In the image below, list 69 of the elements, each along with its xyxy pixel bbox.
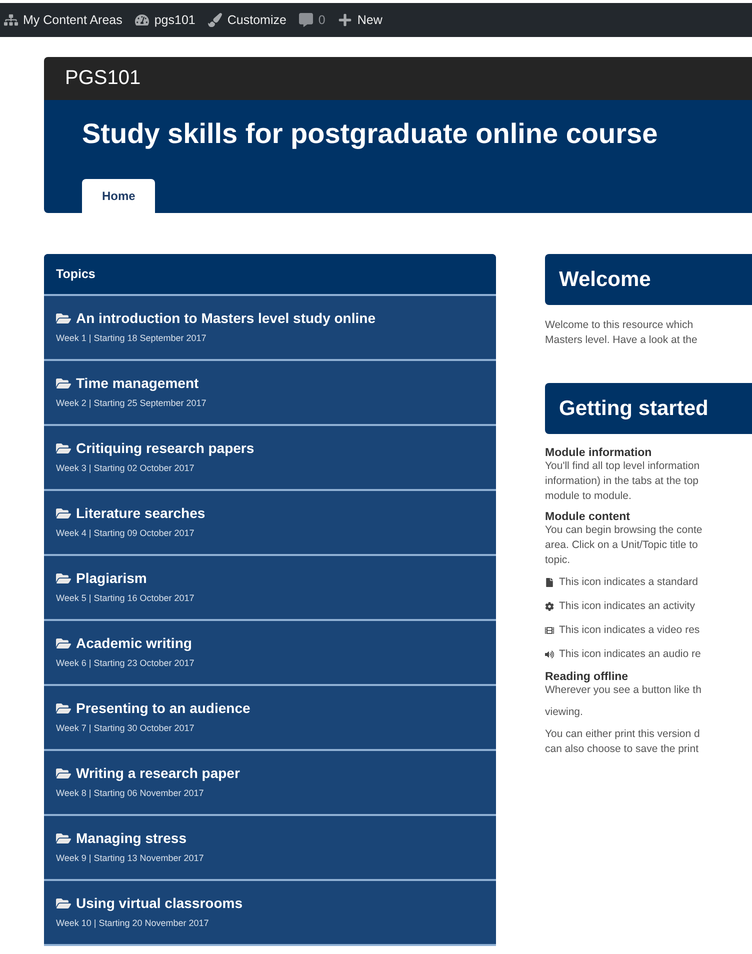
topic-dates: Week 2 | Starting 25 September 2017 [56, 398, 208, 408]
folder-icon [56, 636, 71, 650]
body-text: You can begin browsing the conte [545, 523, 704, 538]
body-text: This icon indicates an audio re [559, 647, 701, 662]
folder-icon [56, 830, 71, 846]
admin-bar-link[interactable]: Customize [208, 13, 286, 27]
gear-icon [545, 602, 554, 611]
film-icon [545, 626, 554, 635]
admin-bar-link[interactable]: My Content Areas [4, 13, 122, 27]
dashboard-icon [135, 13, 150, 27]
topic-title: Plagiarism [76, 570, 147, 586]
admin-bar-link[interactable]: pgs101 [135, 13, 196, 27]
comment-icon [299, 13, 314, 27]
body-text: Welcome to this resource which [545, 318, 694, 333]
body-text: viewing. [545, 705, 584, 720]
body-text: topic. [545, 553, 572, 568]
topic-title: Using virtual classrooms [76, 895, 243, 911]
plus-icon [338, 13, 352, 27]
folder-icon [56, 570, 71, 586]
brush-icon [208, 13, 222, 27]
body-text: area. Click on a Unit/Topic title to [545, 538, 699, 553]
topic-title: Time management [76, 375, 199, 391]
topic-dates: Week 9 | Starting 13 November 2017 [56, 853, 205, 863]
topic-title: Critiquing research papers [76, 440, 254, 456]
folder-icon [56, 506, 71, 520]
subheading: Module content [545, 511, 631, 523]
body-text: can also choose to save the print [545, 742, 700, 757]
folder-icon [56, 766, 71, 780]
nav-tab[interactable]: Home [82, 179, 156, 213]
section-title: Getting started [559, 396, 708, 420]
topic-title: Writing a research paper [76, 765, 240, 781]
topic-title: Literature searches [76, 505, 206, 521]
body-text: This icon indicates a video res [559, 623, 700, 638]
course-code: PGS101 [65, 67, 141, 90]
file-icon [545, 578, 554, 587]
folder-icon [56, 440, 71, 456]
folder-icon [56, 896, 71, 910]
topic-title: An introduction to Masters level study online [76, 310, 376, 326]
topic-dates: Week 3 | Starting 02 October 2017 [56, 463, 196, 473]
topic-dates: Week 4 | Starting 09 October 2017 [56, 528, 196, 538]
topic-dates: Week 6 | Starting 23 October 2017 [56, 658, 196, 668]
body-text: You'll find all top level information [545, 459, 701, 474]
topic-title: Presenting to an audience [76, 700, 250, 716]
admin-bar-link[interactable]: 0 [299, 13, 326, 27]
topic-title: Academic writing [76, 635, 192, 651]
speaker-icon [545, 650, 554, 659]
topic-dates: Week 7 | Starting 30 October 2017 [56, 723, 196, 733]
body-text: Masters level. Have a look at the [545, 333, 698, 348]
topic-dates: Week 10 | Starting 20 November 2017 [56, 918, 210, 928]
body-text: You can either print this version d [545, 727, 701, 742]
folder-icon [56, 700, 71, 716]
sitemap-icon [4, 13, 18, 27]
body-text: module to module. [545, 489, 632, 504]
body-text: This icon indicates an activity [559, 599, 695, 614]
panel-title: Topics [56, 267, 96, 281]
body-text: This icon indicates a standard [559, 575, 698, 590]
section-title: Welcome [559, 268, 651, 292]
admin-bar-link[interactable]: New [338, 13, 382, 27]
site-title: Study skills for postgraduate online course [82, 117, 659, 150]
folder-icon [56, 376, 71, 390]
body-text: Wherever you see a button like th [545, 683, 702, 698]
topic-dates: Week 5 | Starting 16 October 2017 [56, 593, 196, 603]
topic-dates: Week 8 | Starting 06 November 2017 [56, 788, 205, 798]
topic-dates: Week 1 | Starting 18 September 2017 [56, 333, 208, 343]
topic-title: Managing stress [76, 830, 186, 846]
body-text: information) in the tabs at the top [545, 474, 700, 489]
folder-icon [56, 310, 71, 326]
subheading: Module information [545, 447, 653, 459]
subheading: Reading offline [545, 671, 630, 683]
